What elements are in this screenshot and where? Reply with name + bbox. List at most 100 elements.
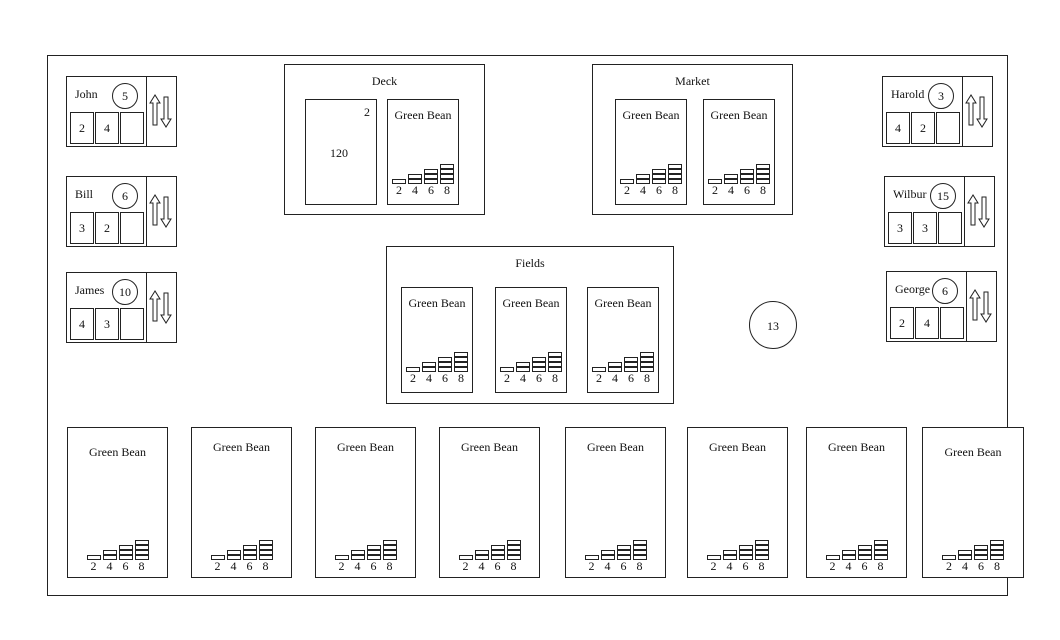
- player-panel: Wilbur 15 3 3: [884, 176, 965, 247]
- harvest-number: 6: [620, 559, 627, 573]
- player-field-slot[interactable]: 2: [911, 112, 935, 144]
- harvest-rung: 6: [738, 538, 753, 573]
- harvest-number: 8: [386, 559, 393, 573]
- harvest-number: 8: [262, 559, 269, 573]
- harvest-rung: 2: [334, 538, 349, 573]
- hand-card-6[interactable]: Green Bean 2 4 6 8: [687, 427, 788, 578]
- trade-arrows-icon[interactable]: [962, 76, 993, 147]
- harvest-number: 6: [861, 559, 868, 573]
- draw-pile[interactable]: 2 120: [305, 99, 377, 205]
- harvest-ladder: 2468: [688, 538, 787, 572]
- player-field-slot[interactable]: [938, 212, 962, 244]
- player-field-slot[interactable]: 3: [70, 212, 94, 244]
- harvest-number: 2: [338, 559, 345, 573]
- hand-card-8[interactable]: Green Bean 2 4 6 8: [922, 427, 1024, 578]
- harvest-number: 6: [978, 559, 984, 573]
- harvest-number: 2: [596, 371, 602, 385]
- harvest-ladder: 2468: [402, 350, 472, 384]
- coin-pile[interactable]: 13: [749, 301, 797, 349]
- deck-top-card[interactable]: Green Bean 2 4 6 8: [387, 99, 459, 205]
- harvest-rung: 8: [506, 538, 521, 572]
- hand-card-4[interactable]: Green Bean 2 4 6 8: [439, 427, 540, 578]
- market-card-1[interactable]: Green Bean 2 4 6 8: [615, 99, 687, 205]
- coin-count: 5: [112, 83, 138, 109]
- hand-card-7[interactable]: Green Bean 2 4 6 8: [806, 427, 907, 578]
- hand-card-3[interactable]: Green Bean 2 4 6 8: [315, 427, 416, 578]
- harvest-number: 2: [396, 183, 402, 197]
- player-field-slot[interactable]: 2: [890, 307, 914, 339]
- player-field-slot[interactable]: 3: [888, 212, 912, 244]
- field-1[interactable]: Green Bean 2 4 6 8: [401, 287, 473, 393]
- player-field-slot[interactable]: 3: [913, 212, 937, 244]
- harvest-rung: 4: [516, 350, 530, 384]
- harvest-number: 2: [410, 371, 416, 385]
- player-field-slot[interactable]: 4: [886, 112, 910, 144]
- harvest-number: 8: [444, 183, 450, 197]
- player-panel: James 10 4 3: [66, 272, 147, 343]
- harvest-rung: 4: [102, 538, 117, 572]
- hand-card-1[interactable]: Green Bean 2 4 6 8: [67, 427, 168, 578]
- player-name: Harold: [891, 87, 925, 101]
- coin-count: 3: [928, 83, 954, 109]
- card-title: Green Bean: [828, 440, 885, 454]
- trade-arrows-icon[interactable]: [146, 176, 177, 247]
- harvest-rung: 2: [706, 538, 721, 572]
- harvest-number: 4: [726, 559, 733, 573]
- player-name: Bill: [75, 187, 94, 201]
- player-area-john: John 5 2 4: [66, 76, 178, 147]
- player-area-bill: Bill 6 3 2: [66, 176, 178, 247]
- trade-arrows-icon[interactable]: [146, 272, 177, 343]
- player-name: John: [75, 87, 98, 101]
- hand-card-2[interactable]: Green Bean 2 4 6 8: [191, 427, 292, 578]
- player-name: James: [75, 283, 105, 297]
- player-name: Wilbur: [893, 187, 927, 201]
- player-field-slot[interactable]: 3: [95, 308, 119, 340]
- harvest-rung: 8: [454, 350, 468, 384]
- player-field-slot[interactable]: [120, 212, 144, 244]
- harvest-number: 4: [612, 371, 618, 385]
- player-field-slot[interactable]: 4: [915, 307, 939, 339]
- player-field-slot[interactable]: 2: [70, 112, 94, 144]
- player-field-slot[interactable]: [940, 307, 964, 339]
- trade-arrows-icon[interactable]: [146, 76, 177, 147]
- harvest-number: 2: [214, 559, 221, 573]
- harvest-ladder: 2468: [704, 162, 774, 196]
- player-field-slot[interactable]: 4: [70, 308, 94, 340]
- market-card-2[interactable]: Green Bean 2 4 6 8: [703, 99, 775, 205]
- harvest-rung: 4: [422, 350, 436, 384]
- harvest-number: 6: [744, 183, 750, 197]
- player-field-slot[interactable]: [936, 112, 960, 144]
- trade-arrows-icon[interactable]: [964, 176, 995, 247]
- harvest-number: 6: [742, 559, 749, 573]
- player-field-slot[interactable]: [120, 308, 144, 340]
- harvest-rung: 8: [382, 538, 397, 573]
- player-field-slot[interactable]: 4: [95, 112, 119, 144]
- card-title: Green Bean: [594, 296, 652, 310]
- harvest-rung: 2: [458, 538, 473, 572]
- harvest-number: 6: [428, 183, 434, 197]
- player-field-slot[interactable]: [120, 112, 144, 144]
- market-title: Market: [675, 74, 710, 88]
- card-title: Green Bean: [394, 108, 452, 122]
- harvest-number: 2: [90, 559, 97, 573]
- harvest-number: 4: [962, 559, 968, 573]
- trade-arrows-icon[interactable]: [966, 271, 997, 342]
- harvest-rung: 2: [620, 162, 634, 196]
- player-area-james: James 10 4 3: [66, 272, 178, 343]
- harvest-number: 2: [504, 371, 510, 385]
- field-3[interactable]: Green Bean 2 4 6 8: [587, 287, 659, 393]
- harvest-ladder: 2468: [440, 538, 539, 572]
- harvest-rung: 8: [873, 538, 888, 572]
- field-2[interactable]: Green Bean 2 4 6 8: [495, 287, 567, 393]
- player-field-slot[interactable]: 2: [95, 212, 119, 244]
- harvest-rung: 6: [616, 538, 631, 573]
- harvest-ladder: 2468: [388, 162, 458, 196]
- deck-panel: Deck 2 120 Green Bean 2 4 6 8: [284, 64, 485, 215]
- hand-card-5[interactable]: Green Bean 2 4 6 8: [565, 427, 666, 578]
- harvest-rung: 8: [258, 538, 273, 573]
- harvest-number: 8: [994, 559, 1000, 573]
- harvest-rung: 6: [652, 162, 666, 196]
- player-panel: George 6 2 4: [886, 271, 967, 342]
- deck-count: 120: [330, 146, 348, 160]
- harvest-number: 2: [946, 559, 952, 573]
